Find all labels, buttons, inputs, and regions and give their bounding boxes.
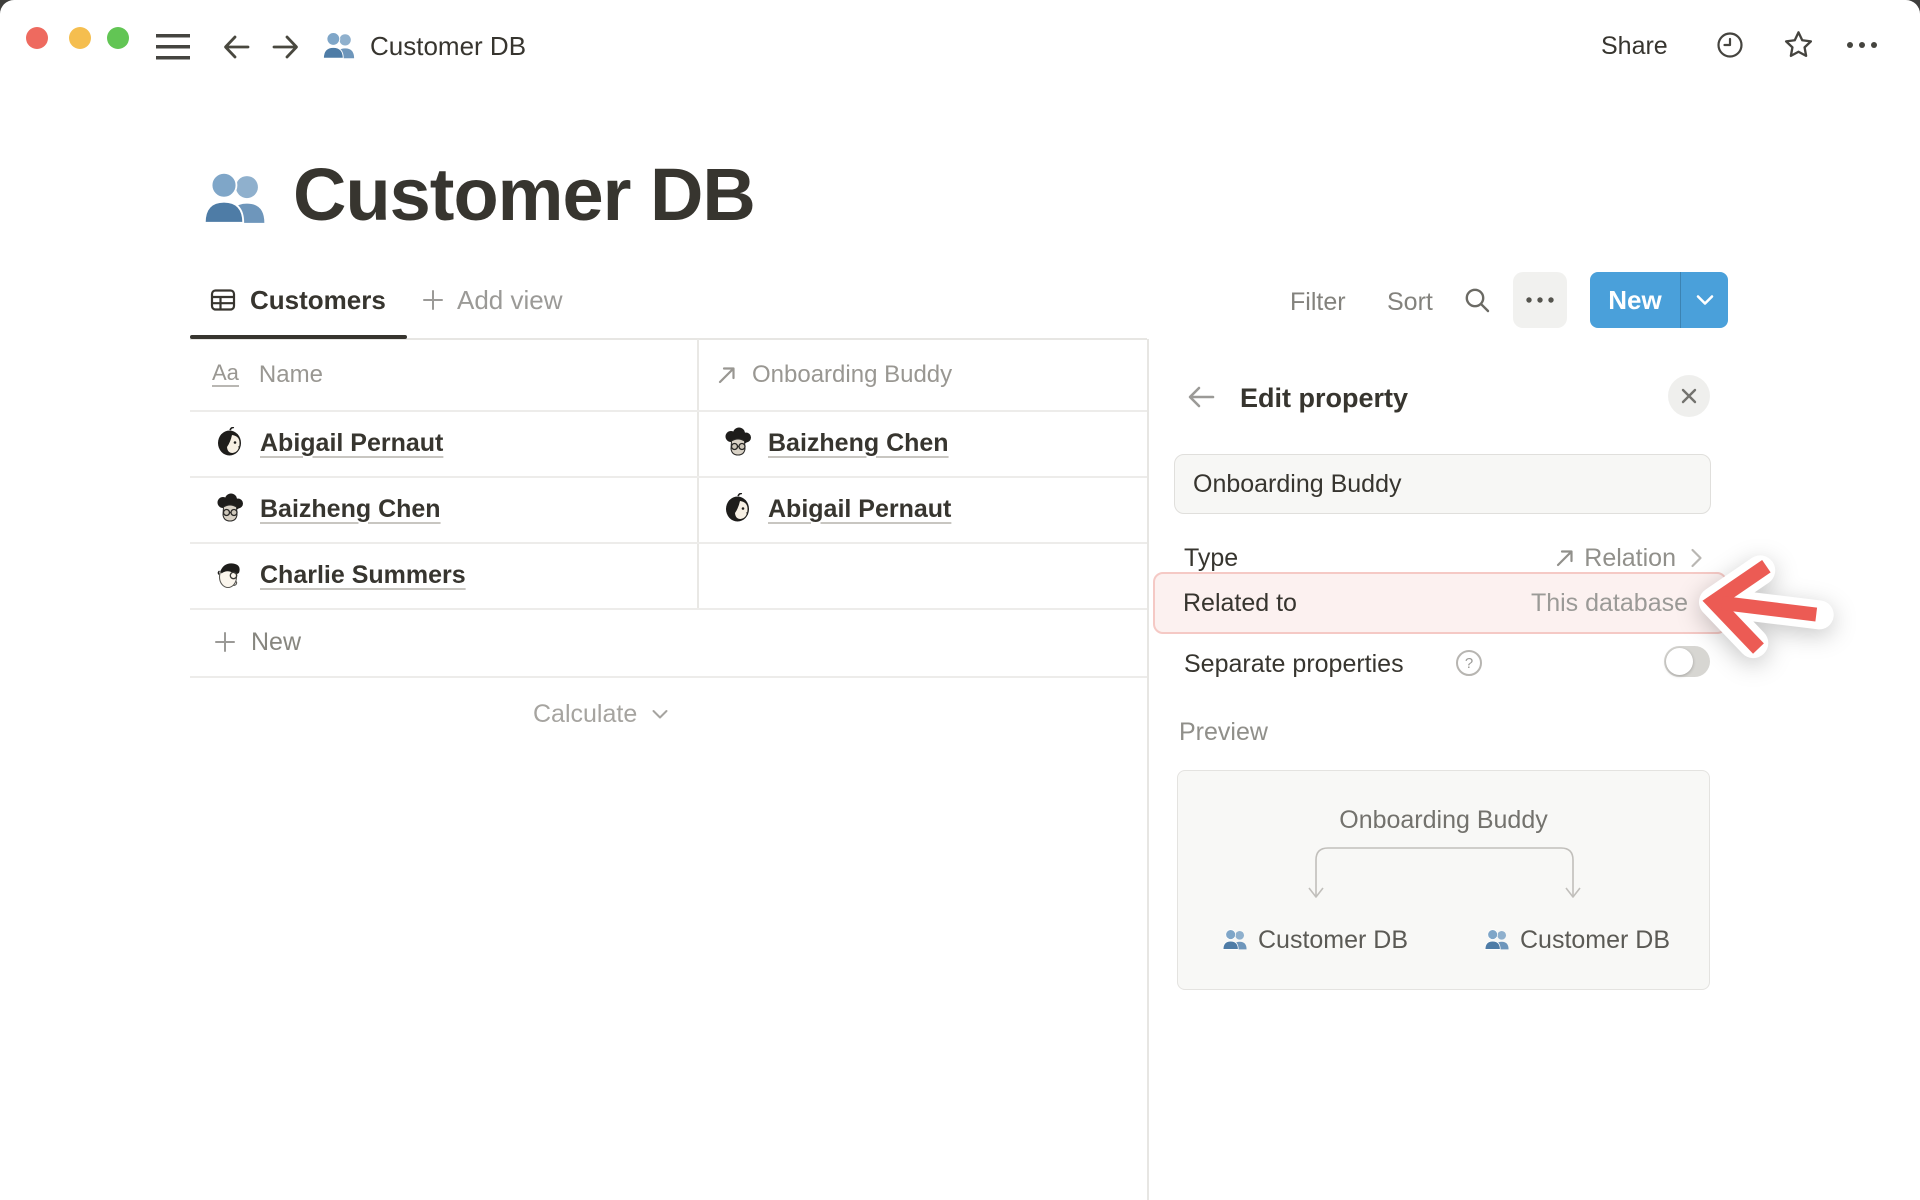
- relation-bracket-icon: [1308, 847, 1581, 898]
- table-row-2-buddy[interactable]: Abigail Pernaut: [722, 476, 951, 542]
- cell-buddy[interactable]: Baizheng Chen: [768, 429, 949, 458]
- chevron-down-icon: [1696, 295, 1713, 305]
- traffic-light-zoom[interactable]: [107, 27, 129, 49]
- updates-clock-icon[interactable]: [1716, 31, 1744, 59]
- add-view-button[interactable]: Add view: [421, 272, 563, 328]
- avatar-baizheng: [725, 427, 751, 456]
- close-icon: [1681, 388, 1697, 404]
- row-divider: [190, 608, 1147, 610]
- breadcrumb-title: Customer DB: [370, 30, 527, 61]
- more-options-icon[interactable]: [1845, 39, 1879, 51]
- table-row-1-name[interactable]: Abigail Pernaut: [214, 410, 443, 476]
- favorite-star-icon[interactable]: [1783, 29, 1814, 60]
- new-record-label: New: [1608, 284, 1662, 315]
- panel-title: Edit property: [1240, 383, 1409, 413]
- breadcrumb[interactable]: Customer DB: [322, 24, 526, 68]
- related-to-value: This database: [1530, 588, 1688, 617]
- separate-properties-label: Separate properties: [1184, 650, 1404, 678]
- tab-customers[interactable]: Customers: [210, 272, 386, 328]
- new-row-label: New: [251, 627, 302, 656]
- relation-arrow-icon: [1557, 550, 1573, 567]
- related-to-label: Related to: [1183, 588, 1297, 617]
- panel-back-icon[interactable]: [1186, 382, 1216, 412]
- related-to-row[interactable]: Related to This database: [1153, 572, 1727, 634]
- row-divider: [190, 676, 1147, 678]
- traffic-light-close[interactable]: [26, 27, 48, 49]
- tab-customers-label: Customers: [250, 284, 386, 315]
- relation-arrow-icon: [718, 366, 735, 383]
- share-button[interactable]: Share: [1601, 32, 1668, 61]
- type-label: Type: [1184, 543, 1239, 572]
- preview-left-db-label: Customer DB: [1258, 925, 1409, 954]
- forward-arrow-icon[interactable]: [270, 32, 300, 62]
- traffic-light-minimize[interactable]: [69, 27, 91, 49]
- table-row-2-name[interactable]: Baizheng Chen: [214, 476, 441, 542]
- table-row-3-name[interactable]: Charlie Summers: [214, 542, 466, 608]
- hamburger-menu-icon[interactable]: [156, 33, 190, 61]
- table-new-row[interactable]: New: [213, 608, 301, 676]
- panel-divider: [1147, 339, 1149, 1200]
- panel-close-button[interactable]: [1668, 375, 1710, 417]
- preview-property-name: Onboarding Buddy: [1339, 806, 1548, 834]
- type-value: Relation: [1584, 543, 1676, 572]
- preview-left-db: Customer DB: [1222, 924, 1408, 956]
- avatar-abigail: [726, 493, 749, 522]
- new-record-button[interactable]: New: [1590, 272, 1728, 328]
- column-header-name-label: Name: [258, 360, 323, 388]
- plus-icon: [215, 632, 235, 652]
- property-name-input[interactable]: [1174, 454, 1711, 514]
- column-header-buddy-label: Onboarding Buddy: [752, 360, 953, 388]
- avatar-abigail: [218, 427, 241, 456]
- help-glyph: ?: [1464, 654, 1474, 672]
- table-row-1-buddy[interactable]: Baizheng Chen: [722, 410, 949, 476]
- cell-name[interactable]: Charlie Summers: [260, 561, 466, 590]
- preview-right-db-label: Customer DB: [1520, 925, 1671, 954]
- preview-label: Preview: [1179, 718, 1268, 746]
- cell-buddy[interactable]: Abigail Pernaut: [768, 495, 951, 524]
- page-title[interactable]: Customer DB: [293, 152, 756, 237]
- new-dropdown-button[interactable]: [1681, 294, 1728, 306]
- avatar-charlie: [217, 563, 240, 589]
- column-header-name[interactable]: Aa Name: [212, 339, 323, 410]
- toggle-knob: [1666, 648, 1693, 675]
- app-window: Customer DB Share Customer DB Customers …: [0, 0, 1920, 1200]
- annotation-arrow-icon: [1699, 555, 1834, 659]
- cell-name[interactable]: Baizheng Chen: [260, 495, 441, 524]
- calculate-button[interactable]: Calculate: [533, 688, 669, 740]
- calculate-label: Calculate: [533, 699, 638, 728]
- chevron-down-icon: [652, 709, 668, 718]
- view-options-button[interactable]: [1513, 272, 1567, 328]
- column-header-buddy[interactable]: Onboarding Buddy: [716, 339, 952, 410]
- table-view-icon: [210, 289, 236, 311]
- help-icon[interactable]: ?: [1456, 650, 1482, 676]
- title-property-icon: Aa: [212, 360, 239, 387]
- add-view-label: Add view: [457, 284, 563, 315]
- search-icon[interactable]: [1463, 286, 1492, 315]
- filter-button[interactable]: Filter: [1290, 288, 1346, 317]
- people-icon: [322, 32, 355, 59]
- people-icon: [1484, 929, 1509, 950]
- preview-right-db: Customer DB: [1484, 924, 1670, 956]
- people-icon: [1222, 929, 1247, 950]
- page-icon-people[interactable]: [202, 166, 268, 232]
- avatar-baizheng: [217, 493, 243, 522]
- plus-icon: [423, 290, 443, 310]
- ellipsis-icon: [1526, 297, 1554, 303]
- separate-properties-toggle[interactable]: [1664, 646, 1710, 677]
- active-tab-underline: [190, 335, 407, 339]
- column-divider: [697, 339, 699, 608]
- cell-name[interactable]: Abigail Pernaut: [260, 429, 443, 458]
- sort-button[interactable]: Sort: [1387, 288, 1433, 317]
- back-arrow-icon[interactable]: [222, 32, 252, 62]
